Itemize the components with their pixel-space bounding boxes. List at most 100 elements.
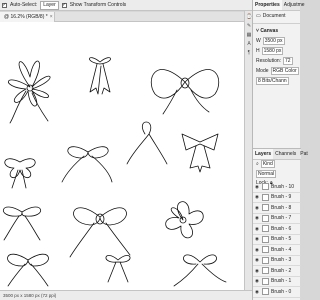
auto-select-checkbox[interactable]: ✓ [2, 2, 7, 8]
height-row: H 1580 px [253, 46, 300, 56]
bow-illustration-1 [8, 60, 51, 124]
eye-icon[interactable]: ◉ [255, 184, 260, 190]
bow-illustration-7 [181, 133, 219, 173]
options-bar: ✓ Auto-Select: Layer ✓ Show Transform Co… [0, 0, 252, 11]
height-label: H [256, 48, 260, 54]
height-field[interactable]: 1580 px [261, 47, 284, 55]
document-canvas[interactable] [0, 22, 252, 290]
layer-name: Brush - 2 [271, 267, 292, 274]
panel-dock-strip: ⌚ ✎ ▦ A ¶ [244, 11, 252, 290]
layer-name: Brush - 3 [271, 257, 292, 264]
layer-list: ◉ Brush - 10 ◉ Brush - 9 ◉ Brush - 8 ◉ Brush - … [253, 182, 301, 298]
eye-icon[interactable]: ◉ [255, 247, 260, 253]
document-row: ▭ Document [253, 11, 300, 21]
canvas-section-label: Canvas [260, 28, 279, 34]
search-icon: ⌕ [256, 161, 259, 167]
eye-icon[interactable]: ◉ [255, 278, 260, 284]
eye-icon[interactable]: ◉ [255, 205, 260, 211]
auto-select-label: Auto-Select: [10, 2, 38, 8]
layer-row[interactable]: ◉ Brush - 4 [253, 245, 301, 256]
layer-row[interactable]: ◉ Brush - 8 [253, 203, 301, 214]
bow-illustrations [2, 57, 227, 287]
layer-thumbnail [262, 256, 269, 264]
tab-channels[interactable]: Channels [273, 149, 298, 159]
eye-icon[interactable]: ◉ [255, 215, 260, 221]
layer-row[interactable]: ◉ Brush - 0 [253, 287, 301, 298]
mode-dropdown[interactable]: RGB Color [270, 67, 299, 75]
eye-icon[interactable]: ◉ [255, 268, 260, 274]
bow-illustration-5 [61, 146, 113, 183]
tab-layers[interactable]: Layers [253, 149, 274, 159]
bow-illustration-12 [105, 255, 131, 283]
canvas-area[interactable] [0, 22, 252, 290]
bow-illustration-4 [4, 158, 36, 189]
layer-thumbnail [262, 204, 269, 212]
show-transform-checkbox[interactable]: ✓ [61, 2, 67, 8]
blend-mode-dropdown[interactable]: Normal [256, 170, 277, 178]
layer-name: Brush - 9 [271, 194, 292, 201]
layer-thumbnail [262, 235, 269, 243]
bow-illustration-8 [2, 206, 42, 241]
resolution-row: Resolution: 72 [253, 56, 300, 66]
layer-name: Brush - 5 [271, 236, 292, 243]
layer-row[interactable]: ◉ Brush - 1 [253, 277, 301, 287]
layer-row[interactable]: ◉ Brush - 2 [253, 266, 301, 277]
eye-icon[interactable]: ◉ [255, 289, 260, 295]
document-tab[interactable]: @ 16.2% (RGB/8) * × [0, 11, 55, 22]
document-tab-title: @ 16.2% (RGB/8) * [4, 13, 48, 20]
depth-row: 8 Bits/Chann [253, 76, 300, 86]
width-field[interactable]: 3500 px [262, 37, 285, 45]
layer-row[interactable]: ◉ Brush - 6 [253, 224, 301, 235]
eye-icon[interactable]: ◉ [255, 226, 260, 232]
show-transform-label: Show Transform Controls [69, 2, 127, 8]
layer-row[interactable]: ◉ Brush - 9 [253, 193, 301, 203]
bow-illustration-2 [89, 57, 111, 95]
tab-adjustments[interactable]: Adjustme [282, 0, 307, 10]
layer-name: Brush - 6 [271, 225, 292, 232]
layer-thumbnail [262, 225, 269, 233]
resolution-label: Resolution: [256, 58, 282, 64]
layer-name: Brush - 0 [271, 288, 292, 295]
status-text: 3500 px x 1580 px (72 ppi) [3, 293, 57, 298]
mode-row: Mode RGB Color [253, 66, 300, 76]
status-bar: 3500 px x 1580 px (72 ppi) [0, 290, 252, 300]
eye-icon[interactable]: ◉ [255, 236, 260, 242]
layer-name: Brush - 1 [271, 278, 292, 285]
layer-name: Brush - 4 [271, 246, 292, 253]
bow-illustration-6 [126, 121, 168, 165]
tab-properties[interactable]: Properties [253, 0, 282, 10]
layer-row[interactable]: ◉ Brush - 5 [253, 235, 301, 245]
layer-thumbnail [262, 267, 269, 275]
layer-name: Brush - 8 [271, 204, 292, 211]
layer-thumbnail [262, 193, 269, 201]
document-tab-bar: @ 16.2% (RGB/8) * × [0, 11, 252, 22]
width-row: W 3500 px [253, 36, 300, 46]
eye-icon[interactable]: ◉ [255, 194, 260, 200]
bow-illustration-10 [165, 201, 204, 239]
bow-illustration-3 [151, 69, 219, 115]
kind-filter[interactable]: Kind [260, 160, 275, 168]
bow-illustration-9 [69, 207, 131, 258]
chevron-down-icon[interactable]: ˅ [256, 28, 259, 34]
layer-row[interactable]: ◉ Brush - 7 [253, 214, 301, 224]
close-tab-icon[interactable]: × [50, 12, 53, 22]
layer-thumbnail [262, 183, 269, 191]
layer-row[interactable]: ◉ Brush - 10 [253, 182, 301, 193]
document-icon: ▭ [256, 13, 261, 19]
properties-tabs: Properties Adjustme [253, 0, 305, 11]
auto-select-target-dropdown[interactable]: Layer [40, 0, 59, 10]
canvas-section-title: ˅ Canvas [253, 26, 300, 36]
depth-dropdown[interactable]: 8 Bits/Chann [256, 77, 289, 85]
layer-name: Brush - 10 [271, 183, 295, 190]
mode-label: Mode [256, 68, 269, 74]
kind-filter-row: ⌕ Kind [253, 159, 301, 169]
layer-thumbnail [262, 277, 269, 285]
bow-illustration-13 [173, 254, 227, 287]
tab-paths[interactable]: Pat [298, 149, 310, 159]
layer-row[interactable]: ◉ Brush - 3 [253, 256, 301, 266]
eye-icon[interactable]: ◉ [255, 257, 260, 263]
divider [253, 23, 300, 24]
blend-mode-row: Normal [253, 169, 301, 179]
resolution-field[interactable]: 72 [283, 57, 293, 65]
right-panels: Properties Adjustme ▭ Document ˅ Canvas … [252, 0, 308, 300]
